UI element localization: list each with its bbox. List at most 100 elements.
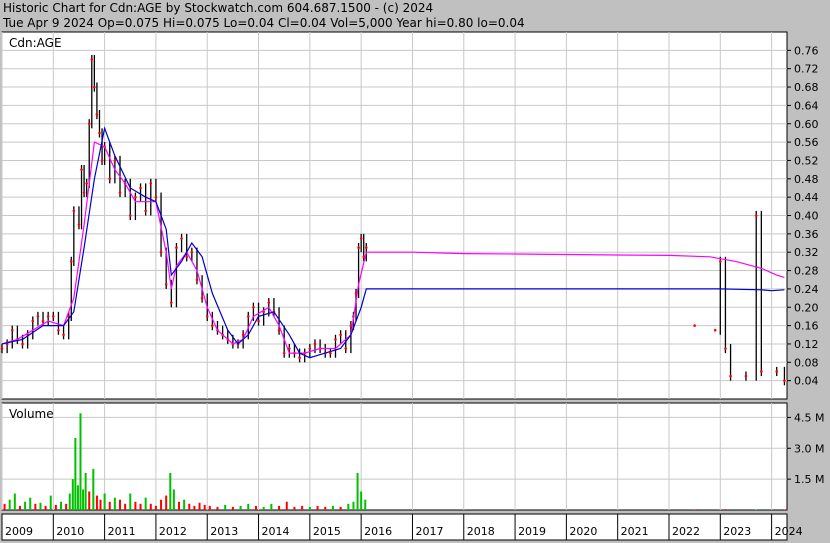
year-tick-label: 2014 [262,525,290,538]
price-tick-label: 0.44 [794,191,819,204]
volume-tick-label: 1.5 M [794,473,824,486]
price-panel: 0.04 0.08 0.12 0.16 0.20 0.24 0.28 0.32 0.36 0.40… [0,31,819,400]
volume-bar [74,437,77,510]
price-close-point [82,191,86,194]
volume-bar [178,501,181,510]
price-close-point [719,260,722,263]
volume-bar [103,493,106,510]
volume-bar [183,499,186,510]
price-close-point [52,315,55,318]
volume-bar [71,479,74,510]
volume-tick-label: 3.0 M [794,442,824,455]
price-close-point [195,278,199,282]
volume-bar [139,503,142,510]
volume-bar [247,503,250,510]
price-close-point [282,351,286,355]
price-tick-label: 0.28 [794,265,819,278]
price-close-point [72,209,76,213]
year-tick-label: 2019 [518,525,546,538]
price-close-point [180,237,183,240]
volume-bar [331,505,334,510]
price-tick-label: 0.68 [794,81,819,94]
volume-bar [92,468,95,510]
volume-bar [119,499,122,510]
price-tick-label: 0.76 [794,44,819,57]
price-tick-label: 0.20 [794,301,819,314]
year-tick-label: 2012 [159,525,187,538]
volume-bar [360,491,363,510]
volume-bar [278,505,281,510]
price-close-point [298,356,301,360]
price-close-point [41,319,45,323]
price-close-point [252,305,255,309]
price-close-point [154,195,158,199]
volume-bar [216,506,219,510]
price-close-point [57,328,60,332]
price-close-point [85,182,88,185]
volume-tick-label: 4.5 M [794,411,824,424]
price-tick-label: 0.64 [794,99,819,112]
volume-bar [231,506,234,510]
price-close-point [134,195,137,199]
price-panel-label: Cdn:AGE [9,36,62,50]
price-close-point [21,342,24,346]
year-tick-label: 2022 [672,525,700,538]
volume-bar [39,502,42,510]
volume-bar [293,506,296,510]
x-axis: 2009 2010 2011 2012 2013 2014 2015 2016 2017 2018… [1,513,803,541]
volume-bar [693,509,696,510]
price-close-point [170,301,173,304]
volume-bar [208,505,211,510]
price-close-point [267,301,271,304]
volume-bar [149,503,152,510]
price-close-point [87,122,91,126]
volume-bar [239,505,242,510]
price-close-point [31,319,35,323]
historic-chart: 0.04 0.08 0.12 0.16 0.20 0.24 0.28 0.32 0.36 0.40… [0,31,824,541]
volume-bar [34,503,37,510]
price-close-point [90,58,94,61]
price-close-point [149,182,153,185]
price-close-point [62,333,65,337]
price-close-point [729,374,732,378]
price-tick-label: 0.52 [794,154,819,167]
price-close-point [113,159,117,162]
price-close-point [241,333,245,337]
volume-bar [60,501,63,510]
volume-bar [124,503,127,510]
price-close-point [211,324,214,327]
volume-bar [262,506,265,510]
volume-bar [198,502,201,510]
price-tick-label: 0.04 [794,375,819,388]
price-close-point [175,246,178,249]
volume-bar [144,497,147,510]
price-close-point [200,296,204,300]
price-close-point [760,370,763,373]
price-close-point [713,328,717,332]
volume-bar [84,472,87,510]
price-tick-label: 0.08 [794,356,819,369]
volume-bar [316,505,319,510]
volume-bar [172,489,175,510]
volume-bar [108,501,111,510]
volume-bar [76,485,79,510]
volume-bar [301,505,304,510]
volume-bar [24,501,27,510]
year-tick-label: 2021 [621,525,649,538]
price-close-point [364,246,368,249]
price-close-point [246,315,250,318]
price-close-point [357,246,360,249]
year-tick-label: 2016 [364,525,392,538]
year-tick-label: 2011 [108,525,136,538]
volume-bar [29,497,32,510]
price-close-point [77,223,81,226]
volume-bar [99,499,102,510]
volume-bar [18,505,21,510]
volume-bar [339,506,342,510]
price-close-point [118,191,122,194]
price-close-point [108,177,112,181]
volume-bar [82,489,85,510]
price-tick-label: 0.12 [794,338,819,351]
price-tick-label: 0.40 [794,210,819,223]
price-tick-label: 0.48 [794,173,819,186]
